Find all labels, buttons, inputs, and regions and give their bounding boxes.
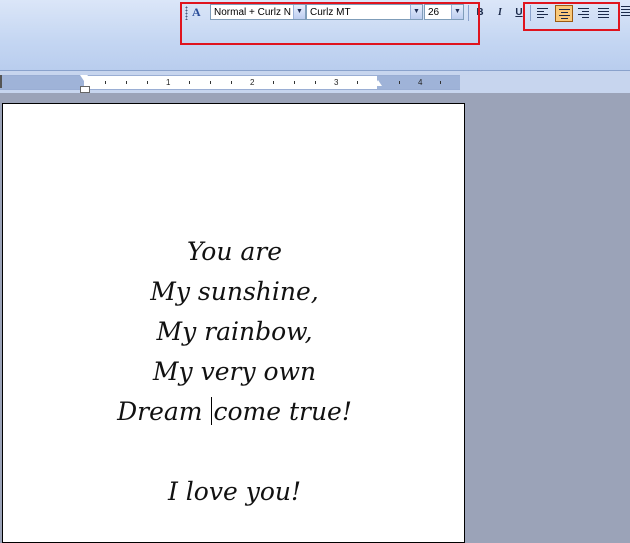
poem-line: You are xyxy=(186,237,283,266)
right-indent-marker[interactable] xyxy=(374,80,382,86)
horizontal-ruler[interactable]: 1 2 3 4 xyxy=(0,75,460,90)
ruler-left-margin xyxy=(0,76,84,89)
tab-selector[interactable] xyxy=(0,75,2,88)
left-indent-marker[interactable] xyxy=(80,73,90,93)
ruler-number: 3 xyxy=(334,78,339,87)
ruler-number: 1 xyxy=(166,78,171,87)
alignment-highlight-box xyxy=(523,2,620,31)
ruler-number: 2 xyxy=(250,78,255,87)
formatting-toolbar: A Normal + Curlz N ▼ Curlz MT ▼ 26 ▼ B I… xyxy=(0,0,630,71)
line-spacing-icon[interactable] xyxy=(621,6,630,20)
poem-line: My very own xyxy=(152,357,317,386)
poem-closing-line: I love you! xyxy=(167,477,302,506)
poem-line: My rainbow, xyxy=(156,317,313,346)
ruler-number: 4 xyxy=(418,78,423,87)
poem-line: Dream come true! xyxy=(3,392,466,432)
poem-text[interactable]: You are My sunshine, My rainbow, My very… xyxy=(3,232,466,512)
italic-button[interactable]: I xyxy=(492,5,508,20)
document-page[interactable]: You are My sunshine, My rainbow, My very… xyxy=(2,103,465,543)
poem-line-start: Dream xyxy=(117,397,211,426)
poem-line-end: come true! xyxy=(213,397,352,426)
poem-line: My sunshine, xyxy=(150,277,319,306)
font-highlight-box xyxy=(180,2,480,45)
